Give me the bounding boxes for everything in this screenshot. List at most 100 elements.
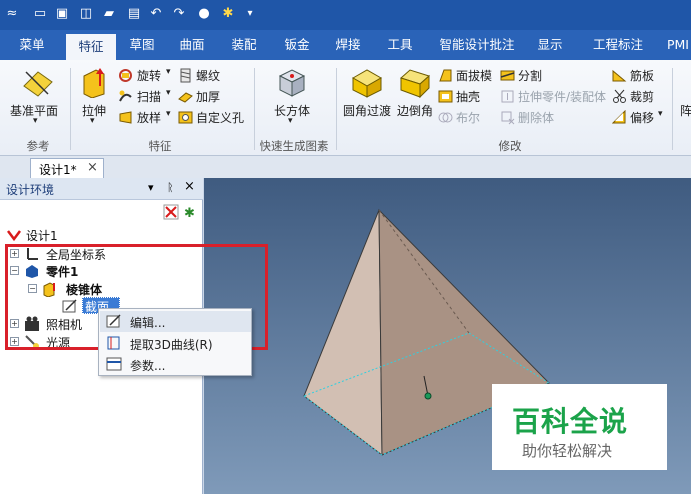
svg-text:✱: ✱	[184, 206, 195, 220]
panel-title: 设计环境	[6, 183, 55, 197]
document-tab[interactable]: 设计1* ×	[30, 158, 104, 178]
trim-icon	[613, 89, 626, 103]
loft-dropdown-icon[interactable]: ▾	[166, 109, 171, 119]
tab-weld[interactable]: 焊接	[328, 30, 368, 60]
rib-button[interactable]: 筋板	[630, 67, 654, 84]
fillet-button[interactable]: 圆角过渡	[343, 102, 391, 119]
thicken-icon	[178, 92, 193, 103]
sweep-dropdown-icon[interactable]: ▾	[166, 88, 171, 98]
loft-icon	[119, 111, 132, 124]
group-label-feature: 特征	[148, 139, 172, 153]
revolve-icon	[119, 69, 132, 82]
panel-header: 设计环境 ▾ ᚱ ×	[0, 178, 203, 200]
watermark-title: 百科全说	[512, 405, 629, 438]
close-tab-icon[interactable]: ×	[87, 160, 98, 175]
box-icon[interactable]	[276, 66, 308, 98]
group-divider	[672, 68, 673, 150]
context-menu-edit[interactable]: 编辑...	[100, 311, 251, 332]
custom-hole-icon	[178, 111, 193, 124]
folder-icon[interactable]: ▰	[101, 6, 117, 22]
tab-surface[interactable]: 曲面	[172, 30, 212, 60]
delete-icon[interactable]	[163, 204, 179, 220]
tree-label-root: 设计1	[26, 229, 58, 243]
tab-sketch[interactable]: 草图	[122, 30, 162, 60]
chamfer-button[interactable]: 边倒角	[397, 102, 433, 119]
save-icon[interactable]: ▤	[126, 6, 142, 22]
shell-icon	[438, 90, 453, 103]
pin-icon[interactable]: ᚱ	[167, 181, 174, 194]
extrude-dropdown-icon[interactable]: ▾	[90, 116, 95, 126]
draft-icon	[439, 69, 452, 82]
delete-body-button[interactable]: 删除体	[518, 109, 554, 126]
fillet-icon[interactable]	[350, 66, 384, 98]
extract-curve-icon	[107, 336, 120, 350]
group-label-reference: 参考	[26, 139, 50, 153]
tab-tools[interactable]: 工具	[380, 30, 420, 60]
ref-plane-icon[interactable]	[20, 68, 54, 98]
thread-button[interactable]: 螺纹	[196, 67, 220, 84]
tab-engineering-annotation[interactable]: 工程标注	[586, 30, 650, 60]
revolve-button[interactable]: 旋转	[137, 67, 161, 84]
offset-icon	[612, 110, 626, 124]
ref-plane-dropdown-icon[interactable]: ▾	[33, 116, 38, 126]
qat-dropdown-icon[interactable]: ▾	[242, 6, 258, 22]
tree-item-root[interactable]: 设计1	[6, 226, 186, 244]
context-menu-label: 编辑...	[130, 316, 166, 330]
tab-display[interactable]: 显示	[530, 30, 570, 60]
sweep-button[interactable]: 扫描	[137, 88, 161, 105]
document-tab-label: 设计1*	[39, 163, 77, 177]
custom-hole-button[interactable]: 自定义孔	[196, 109, 244, 126]
group-divider	[336, 68, 337, 150]
menu-file[interactable]: 菜单	[12, 30, 52, 60]
tab-smart-annotation[interactable]: 智能设计批注	[432, 30, 522, 60]
group-divider	[70, 68, 71, 150]
app-logo-icon[interactable]: ≈	[4, 6, 20, 22]
group-label-quick: 快速生成图素	[259, 139, 329, 153]
delete-body-icon	[501, 111, 515, 125]
context-menu-label: 提取3D曲线(R)	[130, 338, 213, 352]
redo-icon[interactable]: ↷	[171, 6, 187, 22]
split-button[interactable]: 分割	[518, 67, 542, 84]
offset-dropdown-icon[interactable]: ▾	[658, 109, 663, 119]
filter-icon[interactable]: ✱	[182, 204, 198, 220]
thicken-button[interactable]: 加厚	[196, 88, 220, 105]
tab-sheet-metal[interactable]: 钣金	[277, 30, 317, 60]
trim-button[interactable]: 裁剪	[630, 88, 654, 105]
new-file-icon[interactable]: ▭	[32, 6, 48, 22]
rib-icon	[612, 69, 627, 82]
context-menu-parameters[interactable]: 参数...	[100, 354, 251, 375]
wizard-icon[interactable]: ✱	[220, 6, 236, 22]
offset-button[interactable]: 偏移	[630, 109, 654, 126]
design-icon	[7, 230, 21, 242]
edit-icon	[106, 314, 121, 328]
group-label-modify: 修改	[498, 139, 522, 153]
render-icon[interactable]: ●	[196, 6, 212, 22]
close-panel-icon[interactable]: ×	[184, 179, 195, 194]
draft-button[interactable]: 面拔模	[456, 67, 492, 84]
extrude-icon[interactable]	[80, 68, 108, 98]
watermark: 百科全说 助你轻松解决	[492, 384, 667, 470]
panel-menu-icon[interactable]: ▾	[148, 181, 154, 194]
tab-pmi[interactable]: PMI	[660, 30, 691, 60]
boolean-button[interactable]: 布尔	[456, 109, 480, 126]
shell-button[interactable]: 抽壳	[456, 88, 480, 105]
box-dropdown-icon[interactable]: ▾	[288, 116, 293, 126]
menu-bar: 菜单 特征 草图 曲面 装配 钣金 焊接 工具 智能设计批注 显示 工程标注 P…	[0, 30, 691, 60]
extrude-to-part-button[interactable]: 拉伸零件/装配体	[518, 88, 606, 105]
array-button[interactable]: 阵	[680, 102, 691, 119]
import-icon[interactable]: ◫	[78, 6, 94, 22]
revolve-dropdown-icon[interactable]: ▾	[166, 67, 171, 77]
split-icon	[500, 70, 515, 81]
context-menu-extract-3d-curve[interactable]: 提取3D曲线(R)	[100, 333, 251, 354]
tab-assembly[interactable]: 装配	[224, 30, 264, 60]
loft-button[interactable]: 放样	[137, 109, 161, 126]
chamfer-icon[interactable]	[398, 66, 432, 98]
open-file-icon[interactable]: ▣	[54, 6, 70, 22]
context-menu-label: 参数...	[130, 359, 166, 373]
tab-features[interactable]: 特征	[66, 32, 116, 60]
thread-icon	[180, 68, 191, 83]
undo-icon[interactable]: ↶	[148, 6, 164, 22]
sweep-icon	[119, 90, 132, 102]
context-menu: 编辑... 提取3D曲线(R) 参数...	[98, 308, 252, 376]
watermark-subtitle: 助你轻松解决	[522, 442, 613, 460]
